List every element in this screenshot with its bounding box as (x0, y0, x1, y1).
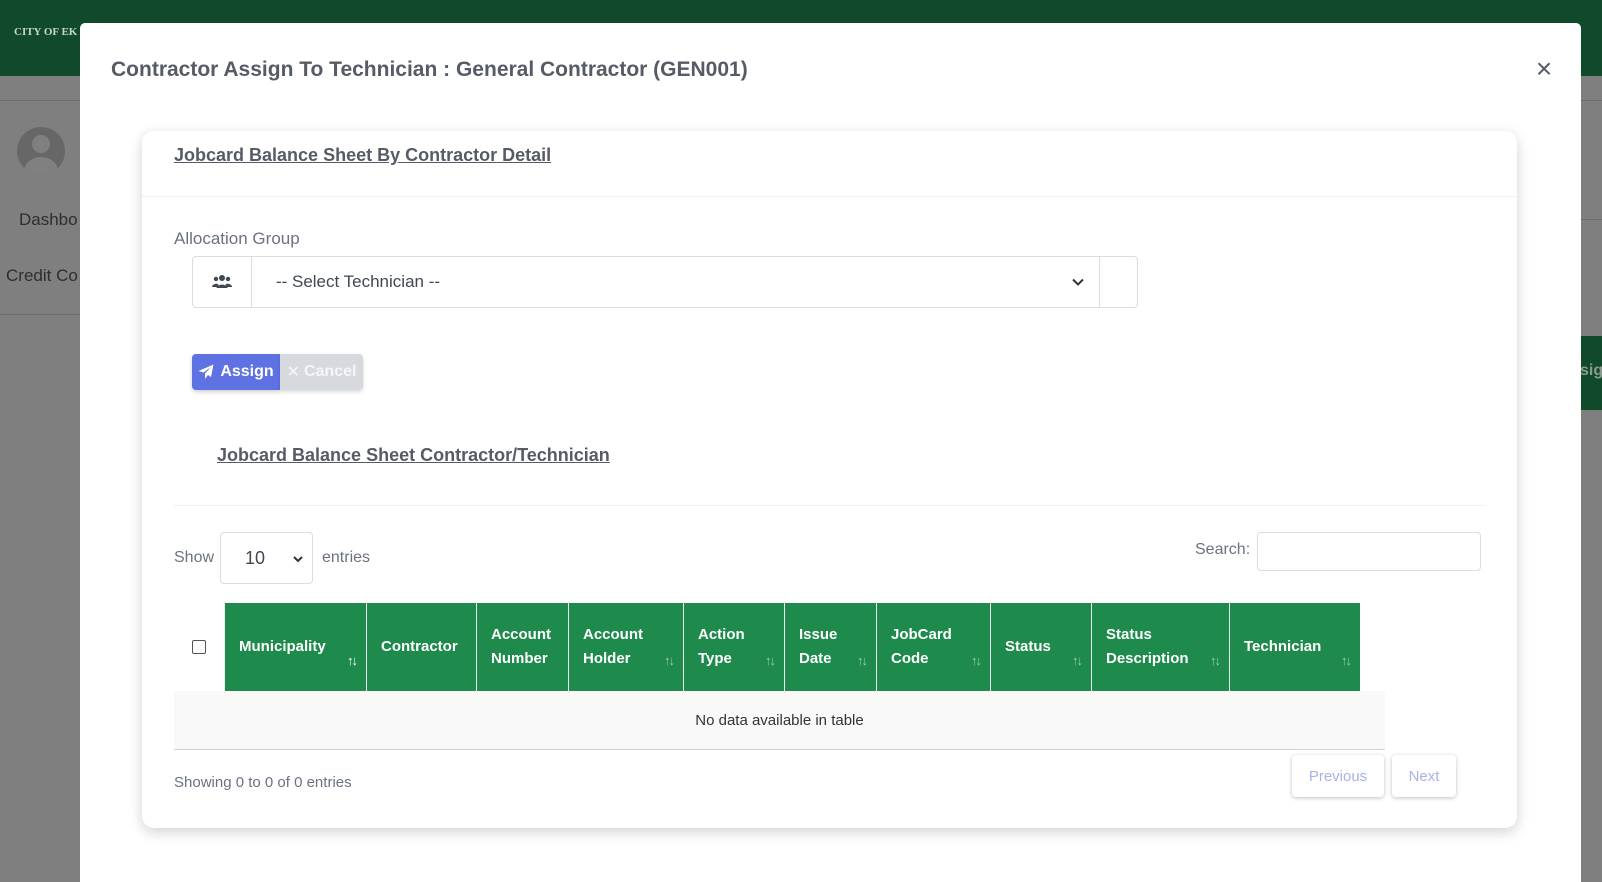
users-icon (192, 256, 251, 308)
table-info: Showing 0 to 0 of 0 entries (174, 774, 352, 791)
column-header-issue-date[interactable]: Issue Date ↑↓ (784, 603, 876, 691)
modal-title: Contractor Assign To Technician : Genera… (111, 58, 748, 81)
column-header-account-number[interactable]: Account Number (476, 603, 568, 691)
column-label: Account Holder (583, 626, 643, 667)
page-length-select[interactable]: 10 (220, 532, 313, 584)
sidebar-item-dashboard: Dashbo (19, 210, 78, 229)
sort-icon: ↑↓ (1210, 653, 1221, 668)
chevron-down-icon (1072, 278, 1084, 286)
select-all-checkbox[interactable] (192, 640, 206, 654)
column-header-status[interactable]: Status ↑↓ (990, 603, 1091, 691)
allocation-group-label: Allocation Group (174, 229, 300, 248)
empty-table-row: No data available in table (174, 691, 1385, 750)
technician-select-group: -- Select Technician -- (192, 256, 1138, 308)
column-label: Contractor (381, 638, 458, 655)
column-label: Technician (1244, 638, 1322, 655)
column-header-technician[interactable]: Technician ↑↓ (1229, 603, 1360, 691)
column-label: Status (1005, 638, 1051, 655)
assign-modal: Contractor Assign To Technician : Genera… (80, 23, 1581, 882)
search-input[interactable] (1257, 532, 1481, 571)
technician-select-value: -- Select Technician -- (275, 272, 441, 291)
column-label: Account Number (491, 626, 551, 667)
background-assign-label: sign (1580, 362, 1602, 379)
column-header-contractor[interactable]: Contractor (366, 603, 476, 691)
cancel-button-label: Cancel (303, 363, 357, 380)
card-title: Jobcard Balance Sheet By Contractor Deta… (174, 145, 552, 165)
show-label: Show (174, 549, 215, 566)
sort-icon: ↑↓ (971, 653, 982, 668)
select-addon (1100, 256, 1138, 308)
column-header-action-type[interactable]: Action Type ↑↓ (683, 603, 784, 691)
entries-label: entries (322, 549, 371, 566)
balance-sheet-card: Jobcard Balance Sheet By Contractor Deta… (142, 131, 1517, 828)
select-all-cell (174, 603, 224, 691)
column-header-jobcard-code[interactable]: JobCard Code ↑↓ (876, 603, 990, 691)
page-length-value: 10 (245, 547, 266, 568)
column-label: Issue Date (799, 626, 838, 667)
sort-icon: ↑↓ (1072, 653, 1083, 668)
sort-icon: ↑↓ (765, 653, 776, 668)
sort-icon: ↑↓ (664, 653, 675, 668)
sort-icon: ↑↓ (1341, 653, 1352, 668)
table-header: Municipality ↑↓ Contractor Account Numbe… (174, 603, 1360, 691)
card-header: Jobcard Balance Sheet By Contractor Deta… (142, 131, 1517, 197)
table-section-title: Jobcard Balance Sheet Contractor/Technic… (217, 445, 610, 465)
search-label: Search: (1195, 541, 1251, 558)
next-page-button[interactable]: Next (1392, 755, 1456, 797)
sidebar-item-credit-control: Credit Co (6, 266, 78, 285)
assign-button-label: Assign (220, 363, 274, 380)
column-header-account-holder[interactable]: Account Holder ↑↓ (568, 603, 683, 691)
user-avatar (17, 127, 65, 175)
technician-select[interactable]: -- Select Technician -- (250, 256, 1101, 308)
sort-icon: ↑↓ (857, 653, 868, 668)
column-header-municipality[interactable]: Municipality ↑↓ (224, 603, 366, 691)
close-icon[interactable]: × (1528, 53, 1560, 85)
cancel-button[interactable]: ✕ Cancel (280, 354, 363, 390)
chevron-down-icon (293, 556, 303, 563)
background-panel (1580, 100, 1602, 220)
column-label: Municipality (239, 638, 326, 655)
divider (174, 505, 1485, 506)
column-label: JobCard Code (891, 626, 952, 667)
column-label: Status Description (1106, 626, 1189, 667)
brand-logo-text: CITY OF EK (14, 26, 78, 38)
close-icon: ✕ (286, 364, 300, 381)
paper-plane-icon (198, 364, 214, 379)
column-label: Action Type (698, 626, 745, 667)
column-header-status-description[interactable]: Status Description ↑↓ (1091, 603, 1229, 691)
previous-page-button[interactable]: Previous (1292, 755, 1384, 797)
sort-icon: ↑↓ (347, 653, 358, 668)
assign-button[interactable]: Assign (192, 354, 280, 390)
